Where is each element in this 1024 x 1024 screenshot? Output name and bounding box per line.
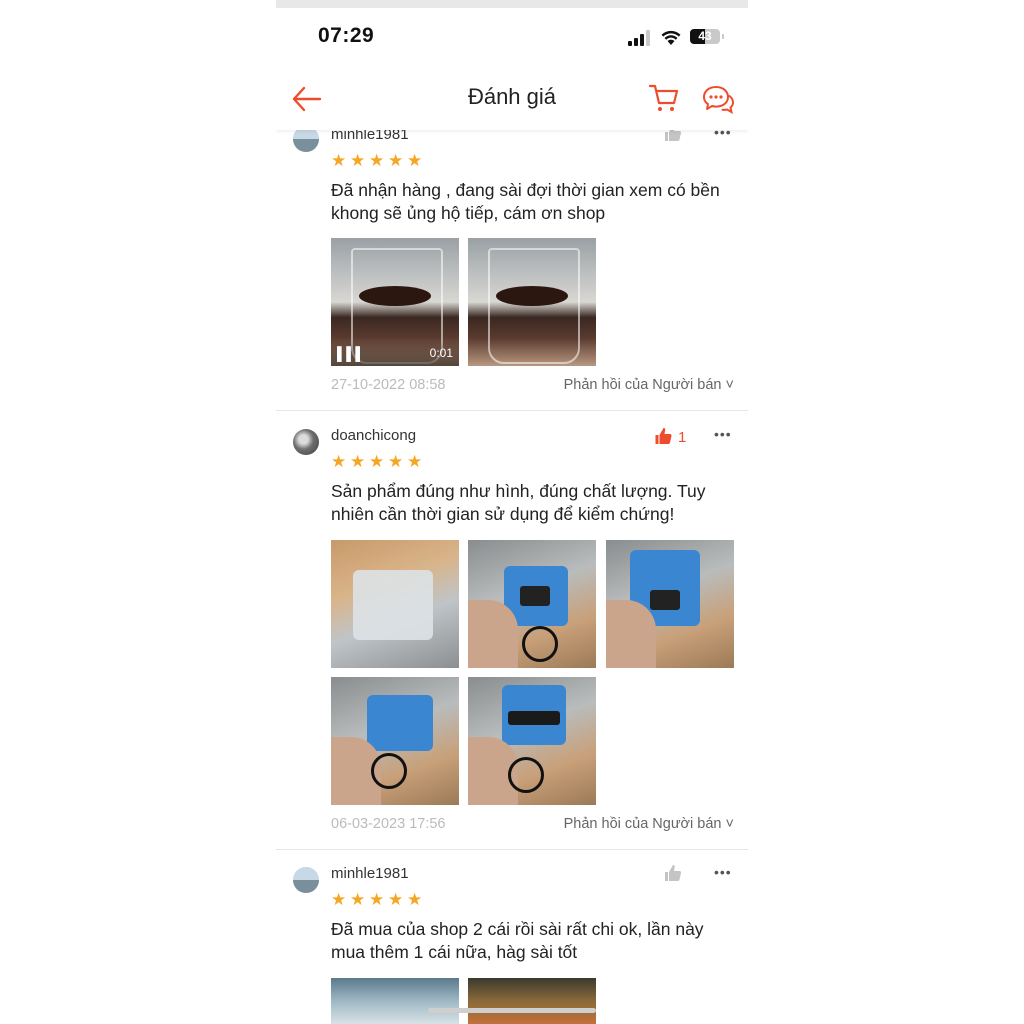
more-icon[interactable]: •••: [714, 864, 732, 880]
phone-screen: 07:29 43 Đánh giá minhle1981 ••• ★ ★ ★ ★…: [276, 0, 748, 1024]
review-video[interactable]: ▌▌▌ 0:01: [331, 238, 459, 366]
chat-icon[interactable]: [702, 84, 734, 114]
star-icon: ★: [331, 151, 347, 170]
review-photo[interactable]: [331, 978, 459, 1024]
rating-stars: ★ ★ ★ ★ ★: [331, 452, 423, 471]
review-date: 27-10-2022 08:58: [331, 377, 446, 393]
star-icon: ★: [331, 890, 347, 909]
review-text: Sản phẩm đúng như hình, đúng chất lượng.…: [331, 481, 706, 524]
battery-icon: 43: [690, 29, 724, 44]
star-icon: ★: [331, 452, 347, 471]
star-icon: ★: [388, 151, 404, 170]
video-duration: 0:01: [429, 346, 453, 360]
video-icon: ▌▌▌: [337, 346, 365, 361]
star-icon: ★: [388, 890, 404, 909]
review-text: Đã mua của shop 2 cái rồi sài rất chi ok…: [331, 919, 704, 962]
star-icon: ★: [369, 890, 385, 909]
battery-level: 43: [698, 29, 712, 43]
review-photo[interactable]: [331, 540, 459, 668]
home-indicator: [428, 1008, 596, 1013]
star-icon: ★: [407, 452, 423, 471]
star-icon: ★: [369, 452, 385, 471]
status-time: 07:29: [318, 24, 375, 47]
review-username: minhle1981: [331, 865, 409, 882]
review-photo[interactable]: [468, 540, 596, 668]
more-icon[interactable]: •••: [714, 426, 732, 442]
top-strip: [276, 0, 748, 8]
divider: [276, 849, 748, 850]
review-photo[interactable]: [468, 978, 596, 1024]
rating-stars: ★ ★ ★ ★ ★: [331, 151, 423, 170]
star-icon: ★: [407, 890, 423, 909]
star-icon: ★: [369, 151, 385, 170]
star-icon: ★: [407, 151, 423, 170]
review-photo[interactable]: [468, 677, 596, 805]
avatar[interactable]: [293, 867, 319, 893]
seller-reply-toggle[interactable]: Phản hồi của Người bán ˅: [564, 377, 734, 393]
seller-reply-toggle[interactable]: Phản hồi của Người bán ˅: [564, 816, 734, 832]
thumbs-up-icon[interactable]: [664, 864, 682, 887]
review-photo[interactable]: [468, 238, 596, 366]
review-text: Đã nhận hàng , đang sài đợi thời gian xe…: [331, 180, 720, 223]
signal-icon: [628, 30, 650, 46]
star-icon: ★: [350, 890, 366, 909]
star-icon: ★: [350, 151, 366, 170]
review-date: 06-03-2023 17:56: [331, 816, 446, 832]
review-username: doanchicong: [331, 427, 417, 444]
like-count: 1: [678, 429, 687, 446]
divider: [276, 410, 748, 411]
star-icon: ★: [388, 452, 404, 471]
wifi-icon: [661, 30, 681, 45]
app-header: Đánh giá: [276, 70, 748, 130]
thumbs-up-icon[interactable]: [654, 427, 673, 450]
status-bar: 07:29 43: [276, 24, 748, 52]
rating-stars: ★ ★ ★ ★ ★: [331, 890, 423, 909]
avatar[interactable]: [293, 429, 319, 455]
cart-icon[interactable]: [648, 82, 680, 114]
review-photo[interactable]: [606, 540, 734, 668]
star-icon: ★: [350, 452, 366, 471]
review-photo[interactable]: [331, 677, 459, 805]
